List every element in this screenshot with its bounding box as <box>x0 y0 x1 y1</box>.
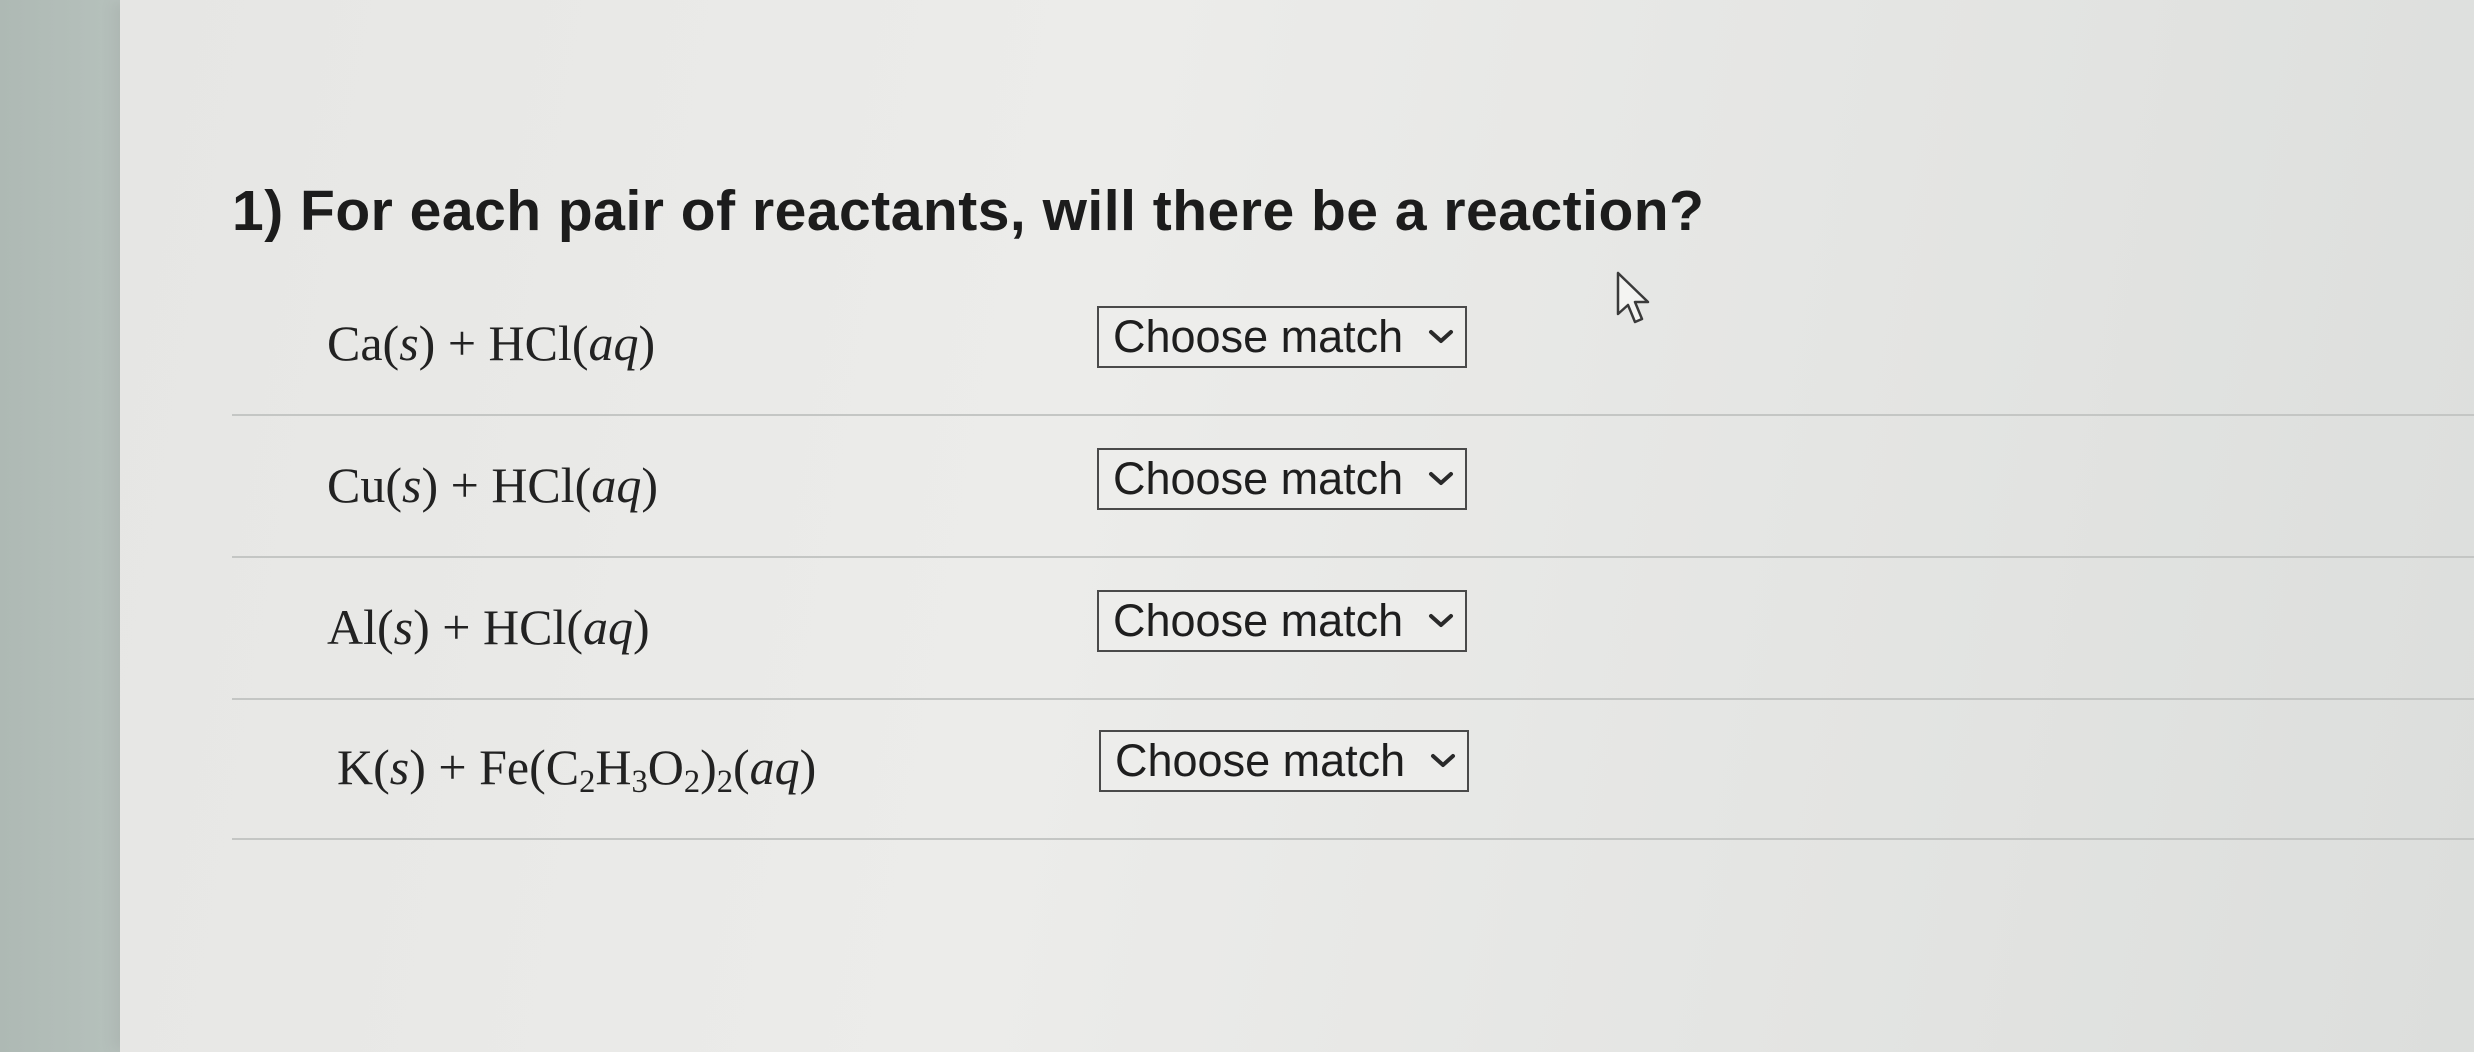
row-divider <box>232 838 2474 840</box>
reactant-formula: K(s) + Fe(C2H3O2)2(aq) <box>337 739 817 801</box>
chevron-down-icon <box>1423 461 1459 497</box>
choose-match-dropdown-3[interactable]: Choose match <box>1097 590 1467 652</box>
question-title: 1) For each pair of reactants, will ther… <box>232 179 1705 243</box>
dropdown-label: Choose match <box>1115 735 1406 786</box>
mouse-pointer-icon <box>1614 270 1654 330</box>
choose-match-dropdown-4[interactable]: Choose match <box>1099 730 1469 792</box>
reactant-formula: Cu(s) + HCl(aq) <box>327 457 658 513</box>
reactant-formula: Ca(s) + HCl(aq) <box>327 315 656 371</box>
chevron-down-icon <box>1423 603 1459 639</box>
row-divider <box>232 414 2474 416</box>
row-divider <box>232 556 2474 558</box>
reaction-row-1: Ca(s) + HCl(aq) Choose match <box>232 276 2474 416</box>
dropdown-label: Choose match <box>1113 311 1404 362</box>
dropdown-label: Choose match <box>1113 453 1404 504</box>
reactant-formula: Al(s) + HCl(aq) <box>327 599 650 655</box>
choose-match-dropdown-2[interactable]: Choose match <box>1097 448 1467 510</box>
dropdown-label: Choose match <box>1113 595 1404 646</box>
reaction-row-4: K(s) + Fe(C2H3O2)2(aq) Choose match <box>232 700 2474 840</box>
choose-match-dropdown-1[interactable]: Choose match <box>1097 306 1467 368</box>
chevron-down-icon <box>1425 743 1461 779</box>
reaction-row-2: Cu(s) + HCl(aq) Choose match <box>232 418 2474 558</box>
reaction-row-3: Al(s) + HCl(aq) Choose match <box>232 560 2474 700</box>
chevron-down-icon <box>1423 319 1459 355</box>
